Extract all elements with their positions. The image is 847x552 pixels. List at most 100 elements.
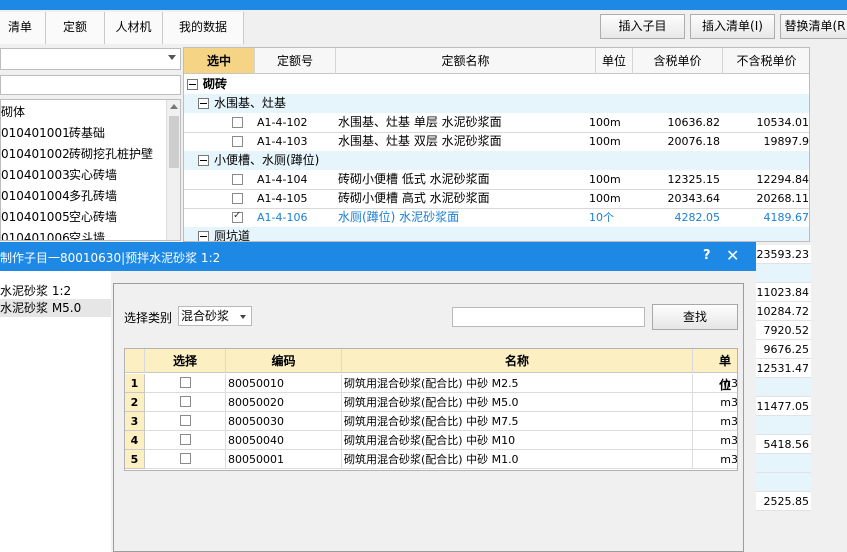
- col-header-select[interactable]: 选择: [145, 349, 226, 373]
- tab-quota[interactable]: 定额: [46, 12, 105, 44]
- select-cell[interactable]: [145, 393, 226, 412]
- dialog-titlebar[interactable]: 制作子目一80010630|预拌水泥砂浆 1:2 ? ✕: [0, 242, 756, 271]
- list-item[interactable]: 水泥砂浆 1:2: [0, 282, 111, 300]
- row-checkbox[interactable]: [232, 136, 243, 147]
- material-name: 砌筑用混合砂浆(配合比) 中砂 M2.5: [342, 374, 693, 393]
- subgroup-label: 小便槽、水厕(蹲位): [214, 153, 320, 167]
- tree-item[interactable]: 010401003实心砖墙: [1, 165, 117, 185]
- search-input[interactable]: [452, 307, 645, 327]
- left-tree: 砌体 010401001砖基础 010401002砖砌挖孔桩护壁 0104010…: [0, 99, 181, 241]
- tab-labor-material[interactable]: 人材机: [105, 12, 163, 44]
- category-select[interactable]: 混合砂浆: [178, 306, 252, 326]
- quota-unit: 10个: [589, 211, 614, 224]
- tree-item[interactable]: 010401005空心砖墙: [1, 207, 117, 227]
- row-number: 3: [125, 412, 145, 431]
- scroll-thumb[interactable]: [169, 116, 179, 168]
- price-cell: 11477.05: [756, 397, 811, 416]
- row-checkbox[interactable]: [180, 377, 191, 388]
- quota-unit: 100m: [589, 192, 621, 205]
- dialog-panel: 选择类别 混合砂浆 查找 选择 编码 名称 单位 1 80050010 砌筑用混…: [113, 283, 744, 552]
- row-checkbox[interactable]: [232, 193, 243, 204]
- row-checkbox[interactable]: [232, 117, 243, 128]
- tax-price: 4282.05: [674, 211, 721, 224]
- collapse-icon[interactable]: [198, 231, 209, 241]
- col-header-tax-price[interactable]: 含税单价: [633, 48, 723, 74]
- collapse-icon[interactable]: [198, 155, 209, 166]
- col-header-unit[interactable]: 单位: [693, 349, 737, 392]
- col-header-notax-price[interactable]: 不含税单价: [723, 48, 809, 74]
- col-header-quota-name[interactable]: 定额名称: [336, 48, 596, 74]
- material-grid: 选择 编码 名称 单位 1 80050010 砌筑用混合砂浆(配合比) 中砂 M…: [124, 348, 738, 471]
- material-code: 80050030: [226, 412, 342, 431]
- material-unit: m3: [693, 393, 737, 412]
- left-search-input[interactable]: [0, 75, 181, 95]
- replace-list-button[interactable]: 替换清单(R: [780, 14, 847, 39]
- dialog-left-list: 水泥砂浆 1:2 水泥砂浆 M5.0: [0, 271, 111, 552]
- tree-scrollbar[interactable]: [166, 100, 180, 240]
- help-icon[interactable]: ?: [703, 248, 711, 263]
- select-cell[interactable]: [145, 431, 226, 450]
- tab-list[interactable]: 清单: [0, 12, 46, 44]
- price-cell: 5418.56: [756, 435, 811, 454]
- subgroup-row[interactable]: [184, 227, 809, 241]
- material-unit: m3: [693, 412, 737, 431]
- row-checkbox[interactable]: [180, 415, 191, 426]
- tree-root[interactable]: 砌体: [1, 102, 25, 122]
- price-cell: 7920.52: [756, 321, 811, 340]
- row-checkbox[interactable]: [180, 434, 191, 445]
- quota-code: A1-4-105: [257, 192, 308, 205]
- col-header-code[interactable]: 编码: [226, 349, 342, 373]
- material-unit: m3: [693, 450, 737, 469]
- price-cell: [756, 454, 811, 473]
- top-tabs: 清单 定额 人材机 我的数据: [0, 12, 244, 44]
- tree-item[interactable]: 010401001砖基础: [1, 123, 105, 143]
- material-unit: m3: [693, 374, 737, 393]
- group-label: 砌砖: [203, 77, 228, 91]
- dialog-title: 制作子目一80010630|预拌水泥砂浆 1:2: [0, 251, 221, 265]
- left-filter-combo[interactable]: [0, 48, 181, 70]
- row-checkbox-checked[interactable]: [232, 210, 243, 223]
- row-number: 1: [125, 374, 145, 393]
- quota-name: 水厕(蹲位) 水泥砂浆面: [338, 210, 460, 224]
- tree-item[interactable]: 010401006空斗墙: [1, 228, 105, 240]
- collapse-icon[interactable]: [198, 98, 209, 109]
- tree-item[interactable]: 010401002砖砌挖孔桩护壁: [1, 144, 153, 164]
- insert-child-button[interactable]: 插入子目: [600, 14, 685, 39]
- tax-price: 10636.82: [667, 116, 721, 129]
- dialog-body: 选择类别 混合砂浆 查找 选择 编码 名称 单位 1 80050010 砌筑用混…: [111, 271, 756, 552]
- quota-name: 砖砌小便槽 高式 水泥砂浆面: [338, 191, 490, 205]
- tax-price: 12325.15: [667, 173, 721, 186]
- select-cell[interactable]: [145, 450, 226, 469]
- row-checkbox[interactable]: [232, 174, 243, 185]
- col-header-quota-no[interactable]: 定额号: [255, 48, 336, 74]
- price-cell: 2525.85: [756, 492, 811, 511]
- group-row[interactable]: [184, 75, 809, 94]
- quota-code: A1-4-103: [257, 135, 308, 148]
- collapse-icon[interactable]: [187, 79, 198, 90]
- quota-code: A1-4-102: [257, 116, 308, 129]
- scroll-up-icon[interactable]: [170, 104, 178, 109]
- material-name: 砌筑用混合砂浆(配合比) 中砂 M1.0: [342, 450, 693, 469]
- insert-list-button[interactable]: 插入清单(I): [690, 14, 775, 39]
- tree-item[interactable]: 010401004多孔砖墙: [1, 186, 117, 206]
- notax-price: 20268.11: [756, 192, 810, 205]
- col-header-selected[interactable]: 选中: [184, 48, 255, 74]
- tax-price: 20343.64: [667, 192, 721, 205]
- price-cell: 9676.25: [756, 340, 811, 359]
- app-window: 清单 定额 人材机 我的数据 插入子目 插入清单(I) 替换清单(R 砌体 01…: [0, 0, 847, 552]
- select-cell[interactable]: [145, 412, 226, 431]
- row-checkbox[interactable]: [180, 396, 191, 407]
- row-checkbox[interactable]: [180, 453, 191, 464]
- quota-name: 水围基、灶基 单层 水泥砂浆面: [338, 115, 502, 129]
- list-item-selected[interactable]: 水泥砂浆 M5.0: [0, 299, 111, 317]
- select-cell[interactable]: [145, 374, 226, 393]
- col-header-unit[interactable]: 单位: [596, 48, 633, 74]
- col-header-name[interactable]: 名称: [342, 349, 693, 373]
- chevron-down-icon: [240, 315, 246, 319]
- close-icon[interactable]: ✕: [726, 246, 739, 265]
- tab-my-data[interactable]: 我的数据: [163, 12, 244, 44]
- notax-price: 10534.01: [756, 116, 810, 129]
- material-code: 80050010: [226, 374, 342, 393]
- price-cell: [756, 378, 811, 397]
- find-button[interactable]: 查找: [652, 304, 738, 330]
